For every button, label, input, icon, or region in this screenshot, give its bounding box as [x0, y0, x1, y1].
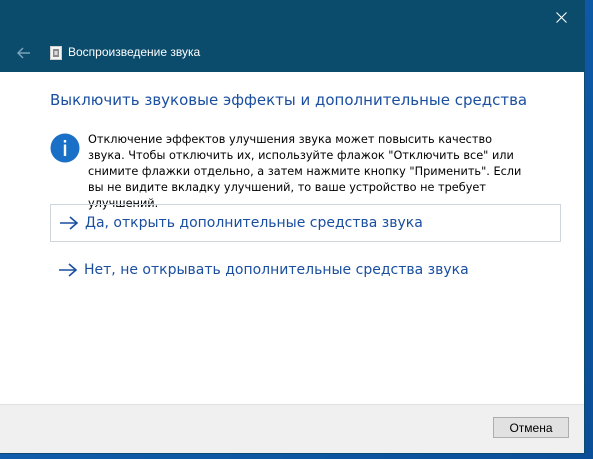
arrow-right-icon: [59, 263, 78, 277]
speaker-app-icon: [50, 46, 62, 60]
title-bar: Воспроизведение звука: [0, 0, 584, 72]
page-heading: Выключить звуковые эффекты и дополнитель…: [50, 91, 528, 109]
close-button[interactable]: [538, 0, 584, 34]
back-arrow-icon: [17, 47, 30, 59]
back-button[interactable]: [12, 41, 36, 65]
dont-open-enhancements-link[interactable]: Нет, не открывать дополнительные средств…: [50, 251, 561, 289]
footer-bar: Отмена: [0, 404, 584, 453]
open-enhancements-label: Да, открыть дополнительные средства звук…: [85, 215, 423, 231]
info-description: Отключение эффектов улучшения звука може…: [88, 133, 522, 210]
open-enhancements-link[interactable]: Да, открыть дополнительные средства звук…: [50, 204, 561, 242]
close-icon: [555, 11, 567, 23]
dont-open-enhancements-label: Нет, не открывать дополнительные средств…: [84, 262, 469, 278]
dialog-window: Воспроизведение звука Выключить звуковые…: [0, 0, 585, 454]
cancel-button[interactable]: Отмена: [493, 417, 569, 438]
window-title: Воспроизведение звука: [68, 45, 201, 59]
info-icon: [50, 133, 80, 163]
arrow-right-icon: [60, 216, 79, 230]
